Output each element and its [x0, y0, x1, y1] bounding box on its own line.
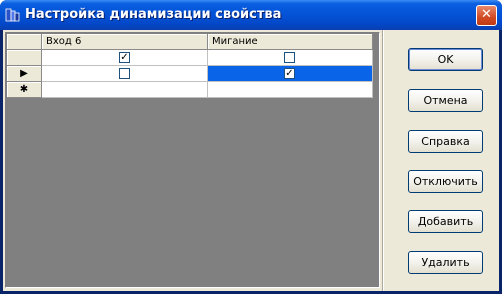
new-row-asterisk-icon: ✱: [19, 84, 29, 95]
grid-cell-blink[interactable]: [208, 82, 373, 98]
grid-cell-blink[interactable]: [208, 50, 373, 66]
row-header-new[interactable]: ✱: [7, 82, 42, 98]
dialog-window: Настройка динамизации свойства ✕ Вход 6 …: [0, 0, 502, 294]
column-header-input[interactable]: Вход 6: [42, 34, 208, 50]
checkbox[interactable]: ✓: [284, 68, 295, 79]
close-button[interactable]: ✕: [476, 5, 497, 26]
delete-button[interactable]: Удалить: [408, 251, 483, 274]
grid-cell-input[interactable]: ✓: [42, 50, 208, 66]
row-header[interactable]: [7, 50, 42, 66]
checkbox[interactable]: ✓: [119, 52, 130, 63]
table-row-new: ✱: [7, 82, 373, 98]
app-icon: [5, 8, 20, 22]
checkbox[interactable]: [284, 52, 295, 63]
grid-cell-input[interactable]: [42, 82, 208, 98]
cancel-button[interactable]: Отмена: [408, 89, 483, 112]
grid-corner: [7, 34, 42, 50]
ok-button[interactable]: OK: [408, 48, 483, 71]
title-bar[interactable]: Настройка динамизации свойства ✕: [0, 0, 502, 30]
add-button[interactable]: Добавить: [408, 210, 483, 233]
dialog-client-area: Вход 6 Мигание ✓ ▶ ✓ ✱ OK Отмена Справка…: [3, 30, 499, 291]
row-header-current[interactable]: ▶: [7, 66, 42, 82]
current-row-arrow-icon: ▶: [20, 68, 28, 79]
property-grid[interactable]: Вход 6 Мигание ✓ ▶ ✓ ✱: [5, 32, 380, 288]
vertical-divider: [382, 30, 384, 291]
grid-cell-input[interactable]: [42, 66, 208, 82]
close-icon: ✕: [481, 7, 492, 22]
disable-button[interactable]: Отключить: [408, 170, 483, 193]
column-header-blink[interactable]: Мигание: [208, 34, 373, 50]
grid-cell-blink-selected[interactable]: ✓: [208, 66, 373, 82]
grid-header-row: Вход 6 Мигание: [7, 34, 373, 50]
table-row-selected: ▶ ✓: [7, 66, 373, 82]
help-button[interactable]: Справка: [408, 130, 483, 153]
window-title: Настройка динамизации свойства: [25, 7, 282, 22]
checkbox[interactable]: [119, 68, 130, 79]
table-row: ✓: [7, 50, 373, 66]
